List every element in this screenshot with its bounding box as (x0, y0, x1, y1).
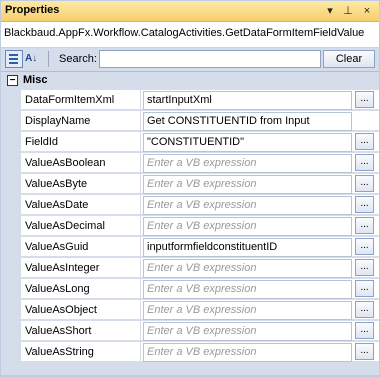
property-name[interactable]: ValueAsByte (21, 174, 141, 194)
row-gutter (1, 258, 21, 279)
property-row[interactable]: DataFormItemXml startInputXml... (1, 90, 379, 111)
property-value-placeholder: Enter a VB expression (147, 178, 257, 190)
property-value-placeholder: Enter a VB expression (147, 325, 257, 337)
row-gutter (1, 279, 21, 300)
property-value-cell[interactable]: Enter a VB expression... (141, 174, 379, 194)
expression-editor-button[interactable]: ... (355, 133, 374, 150)
properties-toolbar: A↓ Search: Clear (1, 48, 379, 72)
expression-editor-button[interactable]: ... (355, 175, 374, 192)
property-value-placeholder: Enter a VB expression (147, 304, 257, 316)
property-value-cell[interactable]: Enter a VB expression... (141, 258, 379, 278)
property-name[interactable]: ValueAsString (21, 342, 141, 362)
row-gutter (1, 132, 21, 153)
toolbar-separator (48, 51, 49, 67)
panel-title-bar: Properties ▾ ⊥ × (1, 1, 379, 22)
property-value-cell[interactable]: inputformfieldconstituentID... (141, 237, 379, 257)
property-name[interactable]: DataFormItemXml (21, 90, 141, 110)
close-icon[interactable]: × (360, 4, 374, 18)
window-menu-icon[interactable]: ▾ (323, 4, 337, 18)
property-value-placeholder: Enter a VB expression (147, 283, 257, 295)
row-gutter (1, 111, 21, 132)
property-grid: − Misc DataFormItemXml startInputXml... Di… (1, 72, 379, 375)
property-value-placeholder: Enter a VB expression (147, 157, 257, 169)
property-value: inputformfieldconstituentID (147, 241, 278, 253)
expression-editor-button[interactable]: ... (355, 301, 374, 318)
property-name[interactable]: ValueAsShort (21, 321, 141, 341)
property-value-cell[interactable]: Get CONSTITUENTID from Input (141, 111, 379, 131)
property-value-cell[interactable]: Enter a VB expression... (141, 300, 379, 320)
pin-icon[interactable]: ⊥ (341, 4, 355, 18)
property-value: Get CONSTITUENTID from Input (147, 115, 310, 127)
row-gutter (1, 195, 21, 216)
property-value-cell[interactable]: Enter a VB expression... (141, 195, 379, 215)
property-value-placeholder: Enter a VB expression (147, 262, 257, 274)
expression-editor-button[interactable]: ... (355, 196, 374, 213)
property-row[interactable]: ValueAsDecimal Enter a VB expression... (1, 216, 379, 237)
property-name[interactable]: ValueAsLong (21, 279, 141, 299)
category-row-misc: − Misc (1, 72, 379, 89)
expression-editor-button[interactable]: ... (355, 322, 374, 339)
property-name[interactable]: ValueAsObject (21, 300, 141, 320)
property-row[interactable]: ValueAsString Enter a VB expression... (1, 342, 379, 363)
row-gutter (1, 237, 21, 258)
property-value-cell[interactable]: Enter a VB expression... (141, 216, 379, 236)
categorized-view-icon[interactable] (5, 50, 23, 68)
category-label: Misc (23, 74, 48, 86)
expression-editor-button[interactable]: ... (355, 259, 374, 276)
property-value-cell[interactable]: Enter a VB expression... (141, 279, 379, 299)
property-row[interactable]: ValueAsGuid inputformfieldconstituentID..… (1, 237, 379, 258)
object-type-bar: Blackbaud.AppFx.Workflow.CatalogActiviti… (1, 22, 379, 48)
property-value: startInputXml (147, 94, 212, 106)
expression-editor-button[interactable]: ... (355, 154, 374, 171)
property-name[interactable]: FieldId (21, 132, 141, 152)
property-name[interactable]: ValueAsGuid (21, 237, 141, 257)
property-name[interactable]: ValueAsDecimal (21, 216, 141, 236)
property-name[interactable]: ValueAsDate (21, 195, 141, 215)
row-gutter (1, 216, 21, 237)
property-value-cell[interactable]: startInputXml... (141, 90, 379, 110)
property-value-cell[interactable]: Enter a VB expression... (141, 153, 379, 173)
row-gutter (1, 342, 21, 363)
row-gutter (1, 321, 21, 342)
property-value-cell[interactable]: "CONSTITUENTID"... (141, 132, 379, 152)
property-value-cell[interactable]: Enter a VB expression... (141, 321, 379, 341)
property-value: "CONSTITUENTID" (147, 136, 245, 148)
property-value-placeholder: Enter a VB expression (147, 220, 257, 232)
property-row[interactable]: ValueAsShort Enter a VB expression... (1, 321, 379, 342)
clear-button[interactable]: Clear (323, 50, 375, 68)
properties-panel: Properties ▾ ⊥ × Blackbaud.AppFx.Workflo… (1, 1, 379, 375)
expression-editor-button[interactable]: ... (355, 217, 374, 234)
row-gutter (1, 174, 21, 195)
panel-title: Properties (5, 4, 60, 16)
expression-editor-button[interactable]: ... (355, 91, 374, 108)
property-value-cell[interactable]: Enter a VB expression... (141, 342, 379, 362)
collapse-toggle-icon[interactable]: − (7, 75, 18, 86)
property-row[interactable]: ValueAsByte Enter a VB expression... (1, 174, 379, 195)
object-type-name: Blackbaud.AppFx.Workflow.CatalogActiviti… (4, 27, 365, 39)
alphabetical-sort-icon[interactable]: A↓ (25, 50, 43, 68)
property-row[interactable]: DisplayName Get CONSTITUENTID from Input (1, 111, 379, 132)
property-row[interactable]: ValueAsDate Enter a VB expression... (1, 195, 379, 216)
row-gutter (1, 90, 21, 111)
property-name[interactable]: ValueAsInteger (21, 258, 141, 278)
property-row[interactable]: ValueAsObject Enter a VB expression... (1, 300, 379, 321)
row-gutter (1, 153, 21, 174)
property-row[interactable]: ValueAsBoolean Enter a VB expression... (1, 153, 379, 174)
property-row[interactable]: ValueAsInteger Enter a VB expression... (1, 258, 379, 279)
property-name[interactable]: DisplayName (21, 111, 141, 131)
search-input[interactable] (99, 50, 321, 68)
property-row[interactable]: ValueAsLong Enter a VB expression... (1, 279, 379, 300)
expression-editor-button[interactable]: ... (355, 280, 374, 297)
property-value-placeholder: Enter a VB expression (147, 199, 257, 211)
property-value-placeholder: Enter a VB expression (147, 346, 257, 358)
row-gutter (1, 300, 21, 321)
expression-editor-button[interactable]: ... (355, 238, 374, 255)
expression-editor-button[interactable]: ... (355, 343, 374, 360)
search-label: Search: (59, 53, 97, 65)
property-row[interactable]: FieldId "CONSTITUENTID"... (1, 132, 379, 153)
property-name[interactable]: ValueAsBoolean (21, 153, 141, 173)
